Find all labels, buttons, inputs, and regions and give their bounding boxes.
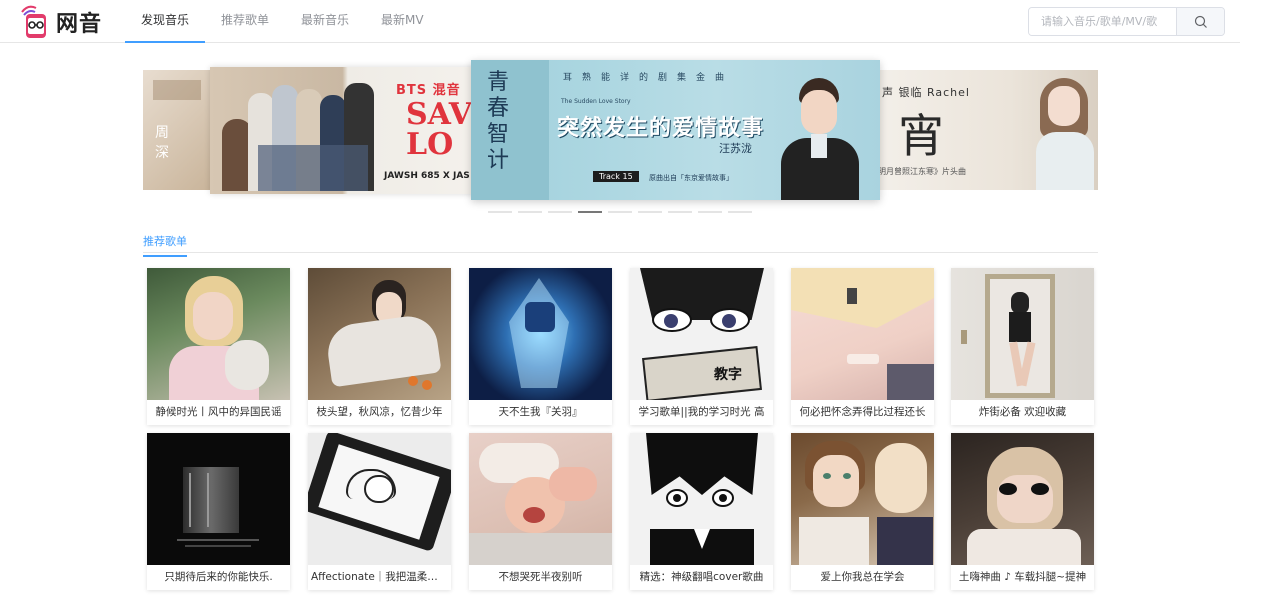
- banner-slide-3-artist: 汪苏泷: [719, 142, 752, 155]
- banner-slide-1[interactable]: 周 深: [143, 70, 213, 190]
- nav-latest-music[interactable]: 最新音乐: [285, 0, 365, 43]
- banner-slide-4-text: 宵: [898, 109, 944, 163]
- banner-slide-2-text: LO: [406, 127, 454, 162]
- playlist-cover: [791, 433, 934, 565]
- playlist-cover: 教字: [630, 268, 773, 400]
- playlist-title: 土嗨神曲 ♪ 车载抖腿~提神: [958, 571, 1087, 583]
- playlist-cover: [469, 433, 612, 565]
- banner-slide-1-text: 深: [155, 145, 169, 161]
- playlist-title: 天不生我『关羽』: [498, 406, 583, 418]
- carousel-dot[interactable]: [728, 211, 752, 213]
- playlist-card[interactable]: 教字 学习歌单||我的学习时光 高: [630, 268, 773, 425]
- playlist-title: 枝头望，秋风凉，忆昔少年: [316, 406, 443, 418]
- playlist-card[interactable]: 精选：神级翻唱cover歌曲: [630, 433, 773, 590]
- playlist-card[interactable]: 枝头望，秋风凉，忆昔少年: [308, 268, 451, 425]
- carousel-dot[interactable]: [578, 211, 602, 213]
- playlist-title: 何必把怀念弄得比过程还长: [799, 406, 926, 418]
- carousel-dot[interactable]: [608, 211, 632, 213]
- playlist-title: 只期待后来的你能快乐.: [164, 571, 273, 583]
- playlist-card[interactable]: 静候时光丨风中的异国民谣: [147, 268, 290, 425]
- playlist-card[interactable]: 炸街必备 欢迎收藏: [951, 268, 1094, 425]
- playlist-cover: [469, 268, 612, 400]
- playlist-cover: [308, 268, 451, 400]
- banner-carousel: 周 深 BTS 混音 SAV LO JAWSH 685 X JAS 青春 智计 耳…: [143, 60, 1098, 220]
- logo-icon: [21, 5, 46, 38]
- playlist-title: 炸街必备 欢迎收藏: [978, 406, 1067, 418]
- playlist-card[interactable]: 只期待后来的你能快乐.: [147, 433, 290, 590]
- banner-slide-4-caption: 明月曾照江东寒》片头曲: [878, 167, 966, 176]
- playlist-card[interactable]: 爱上你我总在学会: [791, 433, 934, 590]
- section-title[interactable]: 推荐歌单: [143, 233, 187, 257]
- playlist-card[interactable]: Affectionate｜我把温柔设置: [308, 433, 451, 590]
- playlist-title: 精选：神级翻唱cover歌曲: [639, 571, 764, 583]
- nav-latest-mv[interactable]: 最新MV: [365, 0, 440, 43]
- search-box: [1028, 7, 1225, 36]
- search-icon: [1194, 15, 1207, 28]
- banner-slide-2[interactable]: BTS 混音 SAV LO JAWSH 685 X JAS: [210, 67, 475, 194]
- section-divider: [143, 252, 1098, 253]
- playlist-card[interactable]: 天不生我『关羽』: [469, 268, 612, 425]
- playlist-cover: [630, 433, 773, 565]
- playlist-cover: [951, 268, 1094, 400]
- playlist-title: Affectionate｜我把温柔设置: [311, 571, 449, 583]
- carousel-dot[interactable]: [488, 211, 512, 213]
- banner-slide-4-title: 声 银临 Rachel: [882, 86, 970, 99]
- search-input[interactable]: [1029, 8, 1176, 35]
- playlist-card[interactable]: 土嗨神曲 ♪ 车载抖腿~提神: [951, 433, 1094, 590]
- banner-slide-3-title: 突然发生的爱情故事: [557, 116, 765, 141]
- carousel-dot[interactable]: [638, 211, 662, 213]
- logo-text: 网音: [56, 12, 103, 37]
- banner-slide-3[interactable]: 青春 智计 耳熟能详的剧集金曲 The Sudden Love Story 突然发…: [471, 60, 880, 200]
- banner-slide-3-track: Track 15: [593, 171, 639, 182]
- banner-slide-4[interactable]: 声 银临 Rachel 宵 明月曾照江东寒》片头曲: [878, 70, 1098, 190]
- playlist-card[interactable]: 不想哭死半夜别听: [469, 433, 612, 590]
- playlist-cover: [951, 433, 1094, 565]
- playlist-title: 爱上你我总在学会: [820, 571, 905, 583]
- playlist-title: 学习歌单||我的学习时光 高: [638, 406, 765, 418]
- banner-slide-1-text: 周: [155, 125, 169, 141]
- playlist-cover: [147, 268, 290, 400]
- playlist-cover: [308, 433, 451, 565]
- carousel-dot[interactable]: [698, 211, 722, 213]
- carousel-dot[interactable]: [518, 211, 542, 213]
- playlist-card[interactable]: 何必把怀念弄得比过程还长: [791, 268, 934, 425]
- logo[interactable]: 网音: [18, 3, 102, 41]
- banner-slide-2-caption: JAWSH 685 X JAS: [384, 171, 470, 181]
- carousel-dot[interactable]: [548, 211, 572, 213]
- playlist-title: 静候时光丨风中的异国民谣: [155, 406, 282, 418]
- nav-recommended-playlists[interactable]: 推荐歌单: [205, 0, 285, 43]
- playlist-cover: [791, 268, 934, 400]
- playlist-cover: [147, 433, 290, 565]
- carousel-indicators: [488, 211, 752, 213]
- search-button[interactable]: [1176, 8, 1224, 35]
- main-nav: 发现音乐 推荐歌单 最新音乐 最新MV: [125, 0, 440, 43]
- nav-discover-music[interactable]: 发现音乐: [125, 0, 206, 43]
- banner-slide-3-note: 原曲出自「东京爱情故事」: [649, 174, 733, 182]
- top-header: 网音 发现音乐 推荐歌单 最新音乐 最新MV: [0, 0, 1240, 43]
- playlist-title: 不想哭死半夜别听: [498, 571, 583, 583]
- banner-slide-3-en: The Sudden Love Story: [561, 98, 631, 105]
- banner-slide-2-title: BTS 混音: [396, 83, 461, 98]
- banner-slide-3-subtitle: 耳熟能详的剧集金曲: [563, 73, 735, 83]
- carousel-dot[interactable]: [668, 211, 692, 213]
